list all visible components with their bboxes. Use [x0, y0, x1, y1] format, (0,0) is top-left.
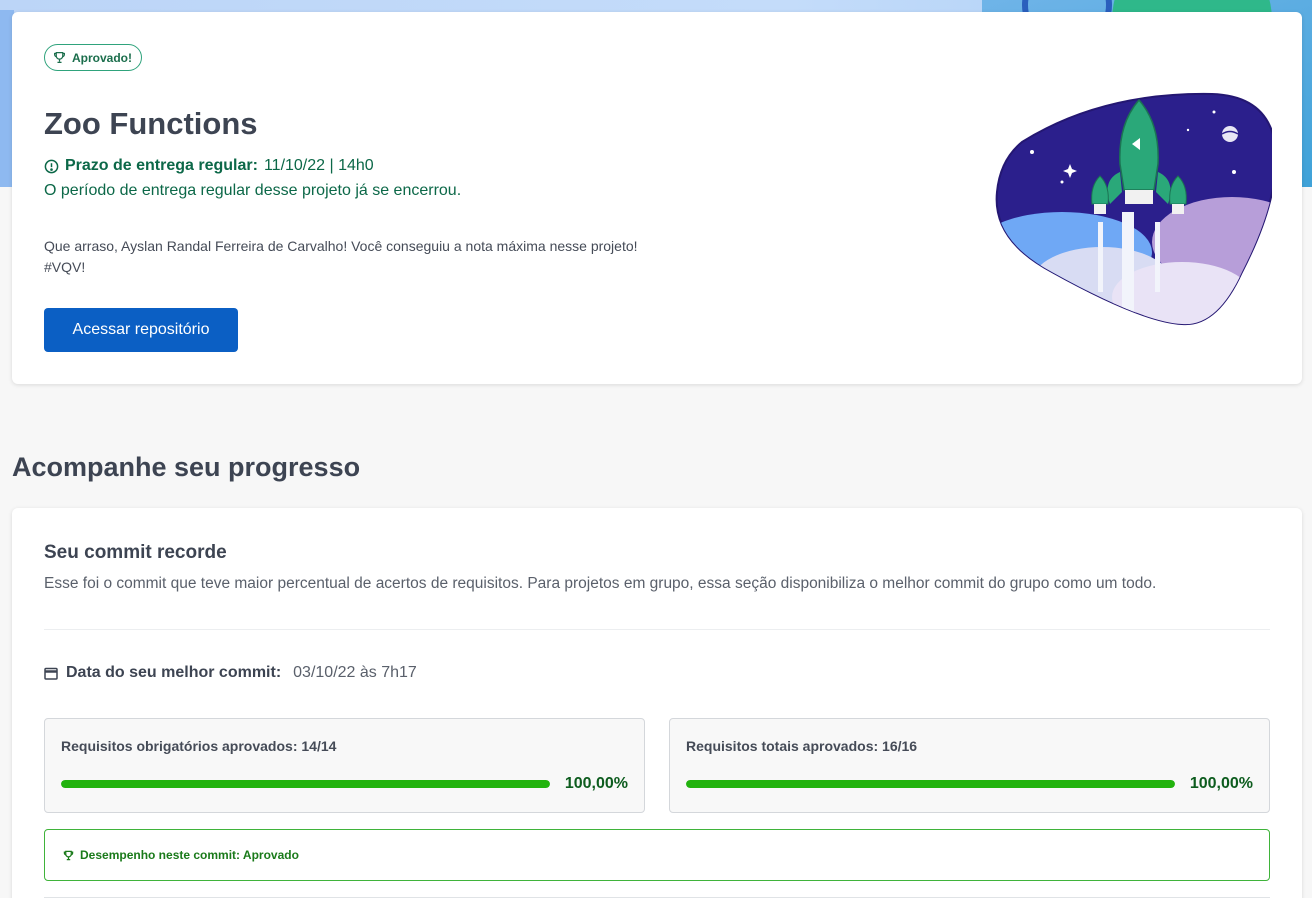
congrats-hashtag: #VQV!	[44, 259, 86, 275]
best-commit-card: Seu commit recorde Esse foi o commit que…	[12, 508, 1302, 898]
deadline-note: O período de entrega regular desse proje…	[44, 182, 462, 199]
divider	[44, 629, 1270, 630]
rocket-illustration	[995, 92, 1272, 326]
deadline-label: Prazo de entrega regular:	[65, 157, 258, 174]
total-progress-bar	[686, 780, 1175, 788]
access-repository-button[interactable]: Acessar repositório	[44, 308, 238, 352]
trophy-icon	[63, 850, 74, 860]
best-commit-date: Data do seu melhor commit: 03/10/22 às 7…	[44, 664, 417, 682]
commit-description: Esse foi o commit que teve maior percent…	[44, 575, 1157, 592]
congrats-line: Que arraso, Ayslan Randal Ferreira de Ca…	[44, 238, 638, 254]
total-progress-fill	[686, 780, 1175, 788]
calendar-icon	[44, 667, 58, 680]
project-card: Aprovado! Zoo Functions Prazo de entrega…	[12, 12, 1302, 384]
congrats-message: Que arraso, Ayslan Randal Ferreira de Ca…	[44, 236, 638, 278]
best-date-label: Data do seu melhor commit:	[66, 664, 282, 681]
total-requirements-label: Requisitos totais aprovados: 16/16	[686, 738, 918, 754]
trophy-icon	[54, 52, 65, 63]
deadline-value: 11/10/22 | 14h0	[263, 157, 374, 174]
deadline: Prazo de entrega regular: 11/10/22 | 14h…	[44, 157, 374, 175]
badge-label: Aprovado!	[72, 50, 132, 65]
commit-title: Seu commit recorde	[44, 542, 227, 563]
performance-label: Desempenho neste commit: Aprovado	[80, 848, 299, 862]
total-requirements-box: Requisitos totais aprovados: 16/16 100,0…	[669, 718, 1270, 813]
mandatory-progress-bar	[61, 780, 550, 788]
performance-status: Desempenho neste commit: Aprovado	[44, 829, 1270, 881]
approved-badge: Aprovado!	[44, 44, 142, 71]
section-title: Acompanhe seu progresso	[12, 452, 361, 482]
best-date-value: 03/10/22 às 7h17	[293, 664, 417, 681]
alert-circle-icon	[44, 159, 59, 173]
mandatory-percent: 100,00%	[564, 775, 628, 792]
total-percent: 100,00%	[1189, 775, 1253, 792]
mandatory-progress-fill	[61, 780, 550, 788]
project-title: Zoo Functions	[44, 106, 258, 141]
mandatory-requirements-box: Requisitos obrigatórios aprovados: 14/14…	[44, 718, 645, 813]
mandatory-requirements-label: Requisitos obrigatórios aprovados: 14/14	[61, 738, 337, 754]
